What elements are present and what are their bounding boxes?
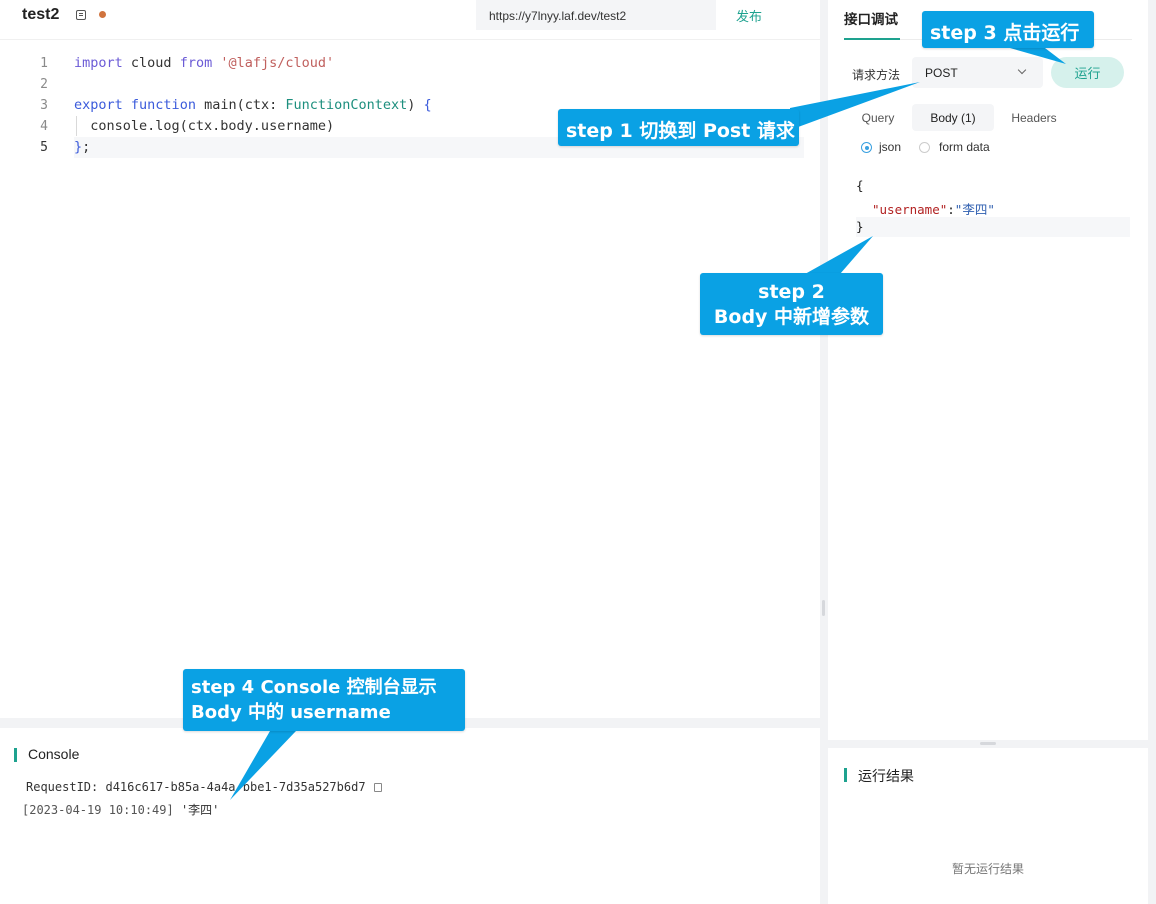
- radio-json-label: json: [879, 140, 902, 154]
- line-number: 1: [40, 56, 48, 71]
- line-number: 3: [40, 98, 48, 113]
- method-label: 请求方法: [852, 68, 901, 82]
- json-brace-open[interactable]: {: [856, 178, 864, 193]
- tab-active-underline: [844, 38, 900, 40]
- callout-step4-line1: step 4 Console 控制台显示: [191, 677, 437, 698]
- panel-resize-handle[interactable]: [822, 600, 825, 616]
- doc-icon[interactable]: [76, 10, 86, 20]
- json-colon: :: [947, 202, 955, 217]
- json-value: "李四": [954, 202, 995, 217]
- callout-step3: step 3 点击运行: [922, 11, 1094, 48]
- code-text: import cloud from '@lafjs/cloud': [74, 55, 335, 71]
- callout-step2-line2: Body 中新增参数: [713, 306, 870, 328]
- callout-step1-text: step 1 切换到 Post 请求: [566, 120, 795, 142]
- code-line[interactable]: 2: [0, 74, 820, 95]
- subtab-body[interactable]: Body (1): [912, 104, 994, 131]
- radio-json[interactable]: [861, 142, 872, 153]
- radio-form-data[interactable]: [919, 142, 930, 153]
- json-body-line[interactable]: "username":"李四": [872, 199, 995, 218]
- subtab-headers[interactable]: Headers: [998, 104, 1070, 131]
- callout-step2: step 2 Body 中新增参数: [700, 273, 883, 335]
- json-active-line: [856, 217, 1130, 237]
- callout-step3-text: step 3 点击运行: [930, 22, 1080, 44]
- publish-button[interactable]: 发布: [736, 6, 762, 25]
- json-brace-close[interactable]: }: [856, 219, 864, 234]
- copy-icon[interactable]: [374, 783, 382, 792]
- result-resize-handle[interactable]: [980, 742, 996, 745]
- console-panel: Console RequestID: d416c617-b85a-4a4a-bb…: [0, 728, 820, 904]
- function-url[interactable]: https://y7lnyy.laf.dev/test2: [476, 0, 716, 30]
- radio-form-data-label: form data: [939, 140, 990, 154]
- subtab-query[interactable]: Query: [848, 104, 908, 131]
- console-title: Console: [14, 746, 79, 762]
- run-button[interactable]: 运行: [1051, 57, 1124, 88]
- unsaved-indicator-icon: [99, 11, 106, 18]
- json-key: "username": [872, 202, 948, 217]
- no-result-text: 暂无运行结果: [951, 862, 1024, 876]
- api-debug-panel: 接口调试 请求方法 POST 运行 Query Body (1) Headers…: [828, 0, 1148, 740]
- indent-guide: [76, 116, 77, 136]
- code-text: };: [74, 139, 91, 155]
- editor-topbar: test2 https://y7lnyy.laf.dev/test2 发布: [0, 0, 820, 40]
- tab-api-debug[interactable]: 接口调试: [844, 8, 898, 28]
- result-title: 运行结果: [844, 766, 914, 786]
- code-line[interactable]: 1 import cloud from '@lafjs/cloud': [0, 53, 820, 74]
- code-text: console.log(ctx.body.username): [74, 118, 335, 134]
- line-number: 4: [40, 119, 48, 134]
- request-id: RequestID: d416c617-b85a-4a4a-bbe1-7d35a…: [26, 780, 366, 794]
- log-timestamp: [2023-04-19 10:10:49]: [22, 803, 174, 817]
- function-name: test2: [22, 6, 60, 23]
- log-value: '李四': [173, 803, 220, 817]
- code-editor-panel: test2 https://y7lnyy.laf.dev/test2 发布 1 i…: [0, 0, 820, 718]
- result-panel: 运行结果 暂无运行结果: [828, 748, 1148, 904]
- callout-step1: step 1 切换到 Post 请求: [558, 109, 799, 146]
- console-log-line: [2023-04-19 10:10:49] '李四': [22, 801, 219, 818]
- callout-step4: step 4 Console 控制台显示 Body 中的 username: [183, 669, 465, 731]
- line-number: 2: [40, 77, 48, 92]
- line-number: 5: [40, 140, 48, 155]
- callout-step4-line2: Body 中的 username: [191, 702, 391, 723]
- callout-step2-line1: step 2: [758, 281, 825, 303]
- code-text: export function main(ctx: FunctionContex…: [74, 97, 432, 113]
